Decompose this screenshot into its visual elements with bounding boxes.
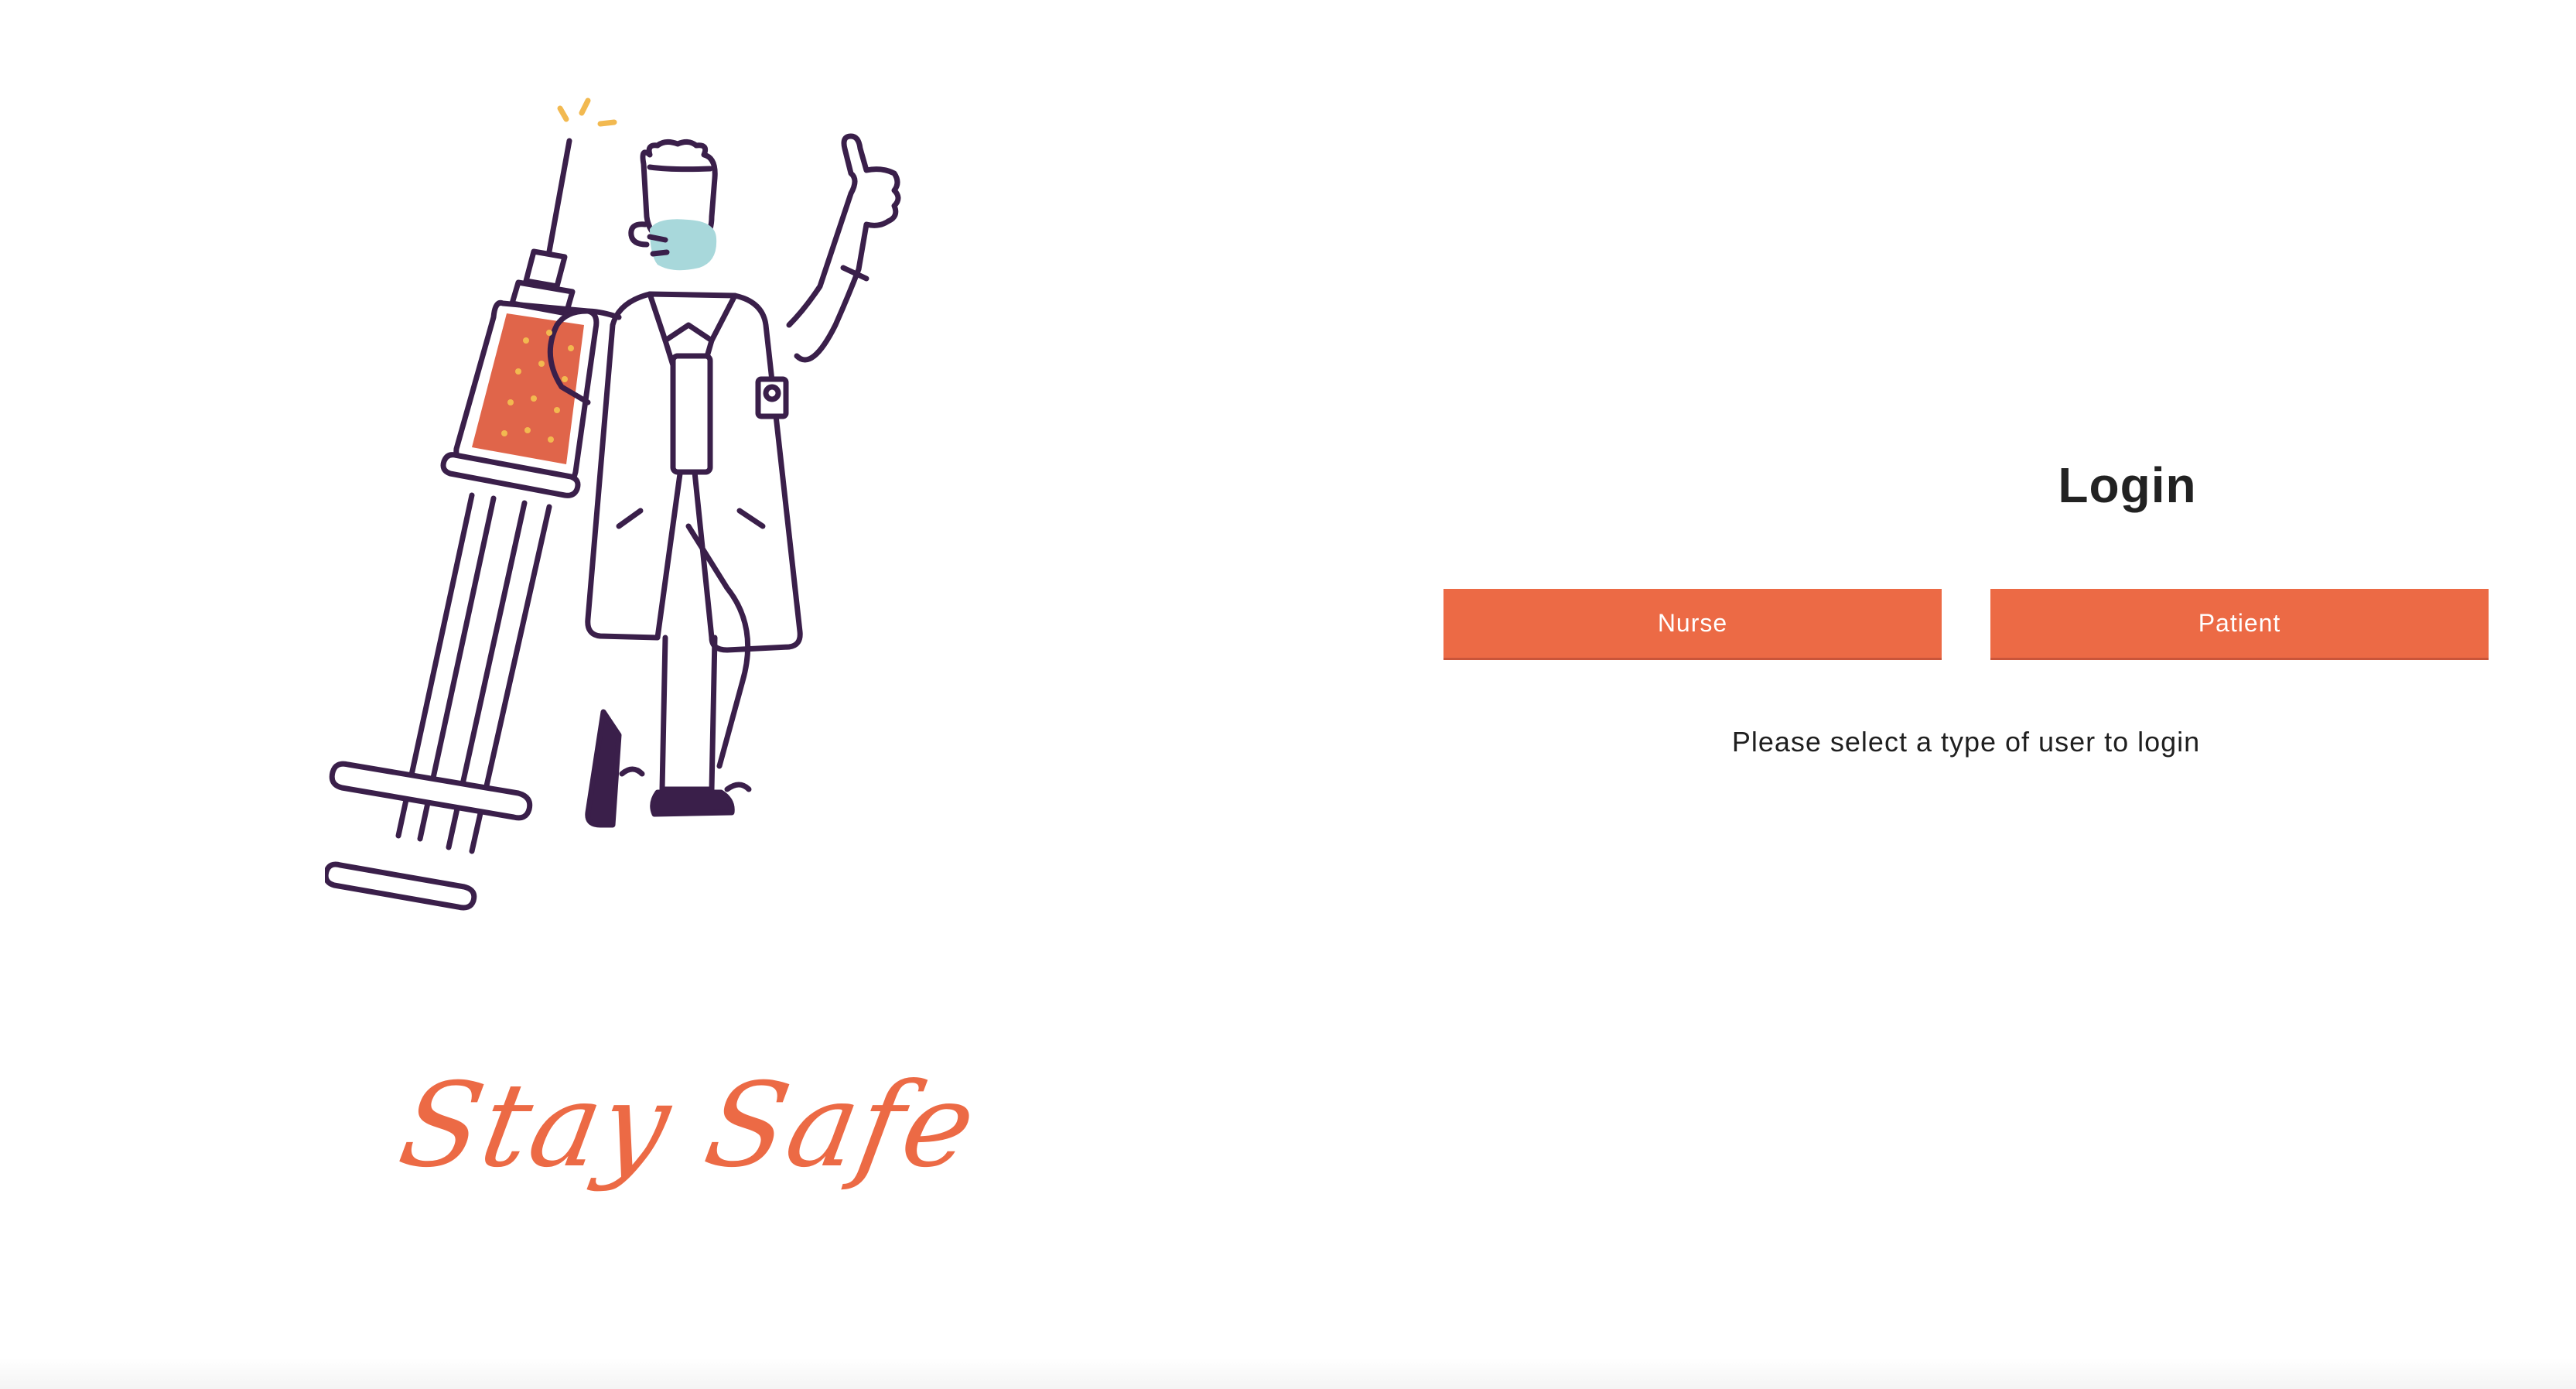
- nurse-button[interactable]: Nurse: [1443, 589, 1942, 660]
- patient-button[interactable]: Patient: [1990, 589, 2489, 660]
- doctor-syringe-illustration: [325, 98, 901, 911]
- login-title: Login: [2058, 457, 2197, 513]
- login-page: Stay Safe Login Nurse Patient Please sel…: [0, 0, 2576, 1389]
- tagline: Stay Safe: [390, 1059, 986, 1193]
- bottom-divider: [0, 1358, 2576, 1389]
- login-hint: Please select a type of user to login: [1731, 726, 2201, 758]
